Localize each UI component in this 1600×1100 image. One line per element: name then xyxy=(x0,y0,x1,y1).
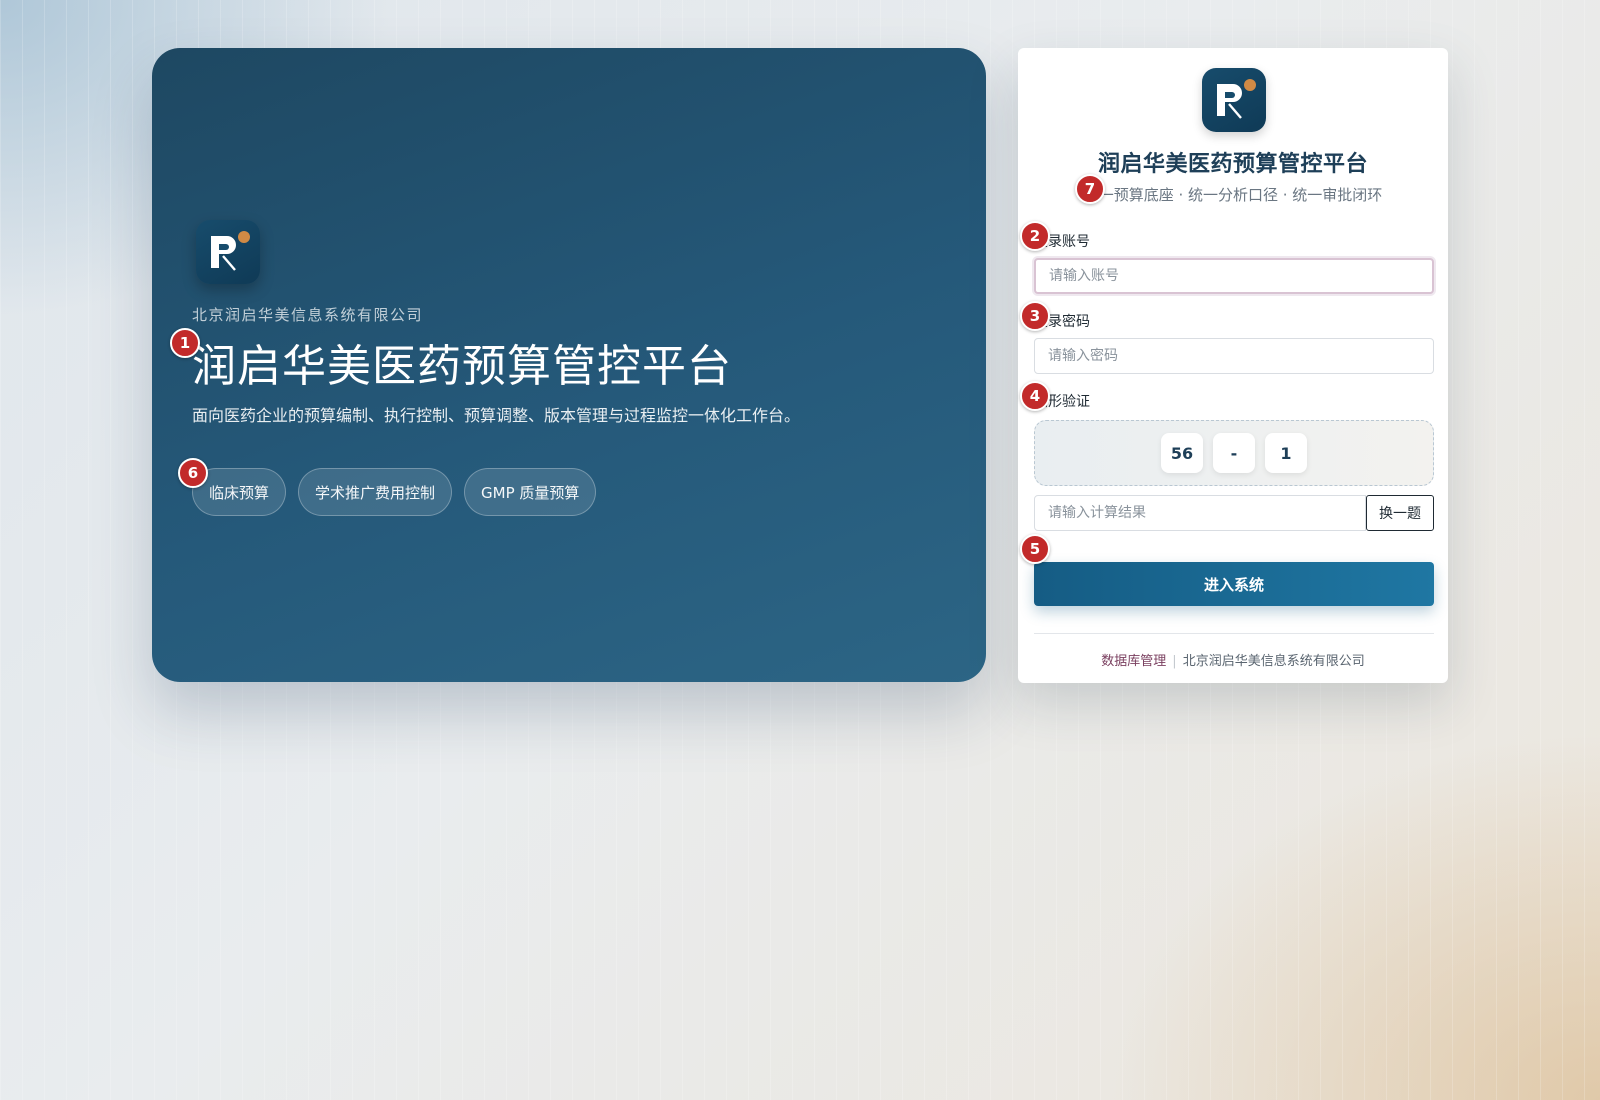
marker-5: 5 xyxy=(1020,534,1050,564)
hero-tag-list: 临床预算 学术推广费用控制 GMP 质量预算 xyxy=(192,468,597,516)
marker-3: 3 xyxy=(1020,301,1050,331)
captcha-operator: - xyxy=(1213,433,1255,473)
marker-6: 6 xyxy=(178,458,208,488)
refresh-captcha-button[interactable]: 换一题 xyxy=(1366,495,1434,531)
captcha-operand-2: 1 xyxy=(1265,433,1307,473)
hero-company-name: 北京润启华美信息系统有限公司 xyxy=(192,306,424,324)
card-logo-icon xyxy=(1202,68,1266,132)
captcha-operand-1: 56 xyxy=(1161,433,1203,473)
captcha-answer-input[interactable] xyxy=(1034,495,1366,531)
login-submit-button[interactable]: 进入系统 xyxy=(1034,562,1434,606)
marker-2: 2 xyxy=(1020,221,1050,251)
marker-4: 4 xyxy=(1020,381,1050,411)
hero-description: 面向医药企业的预算编制、执行控制、预算调整、版本管理与过程监控一体化工作台。 xyxy=(192,406,801,425)
login-card: 润启华美医药预算管控平台 统一预算底座 · 统一分析口径 · 统一审批闭环 登录… xyxy=(1018,48,1448,683)
password-input[interactable] xyxy=(1034,338,1434,374)
marker-1: 1 xyxy=(170,328,200,358)
brand-logo-icon xyxy=(196,220,260,284)
tag-promotion-cost-control: 学术推广费用控制 xyxy=(298,468,453,516)
database-admin-link[interactable]: 数据库管理 xyxy=(1101,654,1166,669)
captcha-image: 56 - 1 xyxy=(1034,420,1434,486)
account-input[interactable] xyxy=(1034,258,1434,294)
login-title: 润启华美医药预算管控平台 xyxy=(1097,152,1368,177)
hero-panel: 北京润启华美信息系统有限公司 润启华美医药预算管控平台 面向医药企业的预算编制、… xyxy=(152,48,986,682)
hero-title: 润启华美医药预算管控平台 xyxy=(192,341,732,392)
card-footer: 数据库管理 | 北京润启华美信息系统有限公司 xyxy=(1018,650,1448,669)
footer-separator: | xyxy=(1172,654,1177,669)
marker-7: 7 xyxy=(1075,174,1105,204)
footer-divider xyxy=(1034,633,1434,634)
footer-company: 北京润启华美信息系统有限公司 xyxy=(1182,654,1365,669)
tag-gmp-quality-budget: GMP 质量预算 xyxy=(464,468,597,516)
